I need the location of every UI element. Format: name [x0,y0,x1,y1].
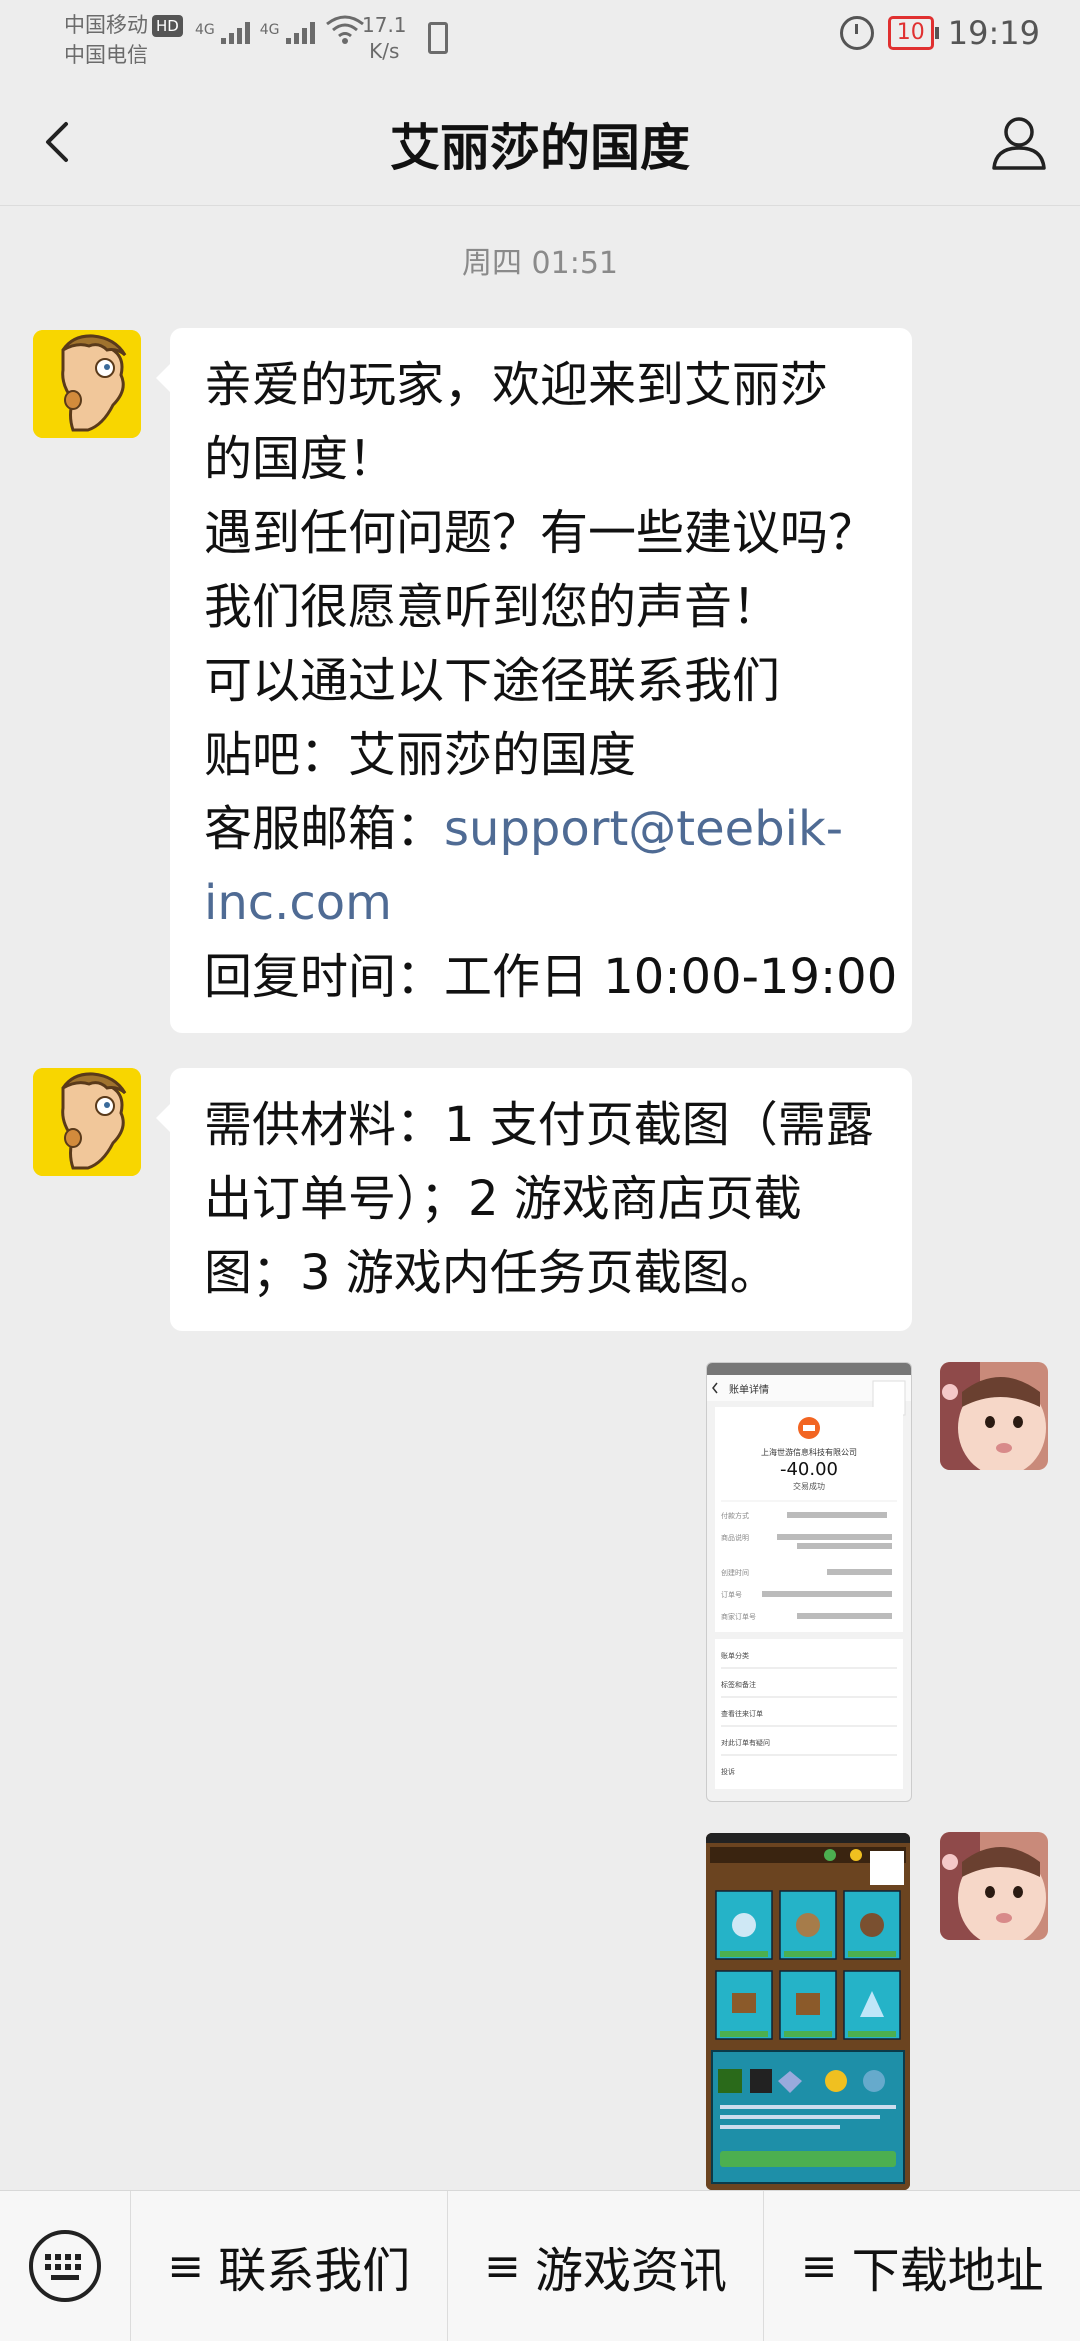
svg-text:上海世游信息科技有限公司: 上海世游信息科技有限公司 [761,1447,857,1457]
message-bubble[interactable]: 需供材料：1 支付页截图（需露 出订单号）；2 游戏商店页截 图；3 游戏内任务… [156,1068,912,1331]
menu-download[interactable]: ≡ 下载地址 [764,2191,1080,2341]
carrier-1: 中国移动 [64,13,148,37]
message-line: 图；3 游戏内任务页截图。 [204,1245,778,1301]
character-avatar-icon [33,330,141,438]
device-icon [428,22,448,54]
game-store-screenshot [706,1833,910,2190]
speed-unit: K/s [369,39,400,63]
message-line: 客服邮箱：support@teebik- [204,792,890,866]
message-line: 回复时间：工作日 10:00-19:00 [204,949,898,1005]
menu-label: 下载地址 [851,2243,1044,2299]
status-bar: 中国移动 HD 中国电信 4G 4G 17.1 K/s 10 19:19 [0,0,1080,80]
message-line: 我们很愿意听到您的声音！ [204,579,781,635]
email-label: 客服邮箱： [204,801,445,857]
baby-photo-icon [940,1362,1048,1470]
official-account-avatar[interactable] [33,330,141,438]
signal-icon: 4G [260,22,315,44]
carrier-2: 中国电信 [64,43,148,67]
signal-indicators: 4G 4G [195,14,365,44]
nav-bar: 艾丽莎的国度 [0,80,1080,206]
email-link[interactable]: support@teebik- [444,801,843,857]
receipt-screenshot: 账单详情 上海世游信息科技有限公司 -40.00 交易成功 付款方式 商品说明 … [707,1363,911,1789]
keyboard-icon [29,2230,101,2302]
network-type-2: 4G [259,22,280,38]
baby-photo-icon [940,1832,1048,1940]
message-line: 的国度！ [204,431,397,487]
carrier-info: 中国移动 HD 中国电信 [64,10,183,70]
svg-text:查看往来订单: 查看往来订单 [721,1709,763,1718]
chat-timestamp: 周四 01:51 [462,246,618,281]
wifi-icon [325,15,364,44]
menu-icon: ≡ [800,2240,838,2292]
menu-label: 联系我们 [218,2243,411,2299]
official-account-avatar[interactable] [33,1068,141,1176]
menu-game-news[interactable]: ≡ 游戏资讯 [448,2191,765,2341]
svg-text:标签和备注: 标签和备注 [721,1680,756,1689]
alarm-icon [839,16,874,50]
svg-text:-40.00: -40.00 [780,1459,838,1480]
menu-icon: ≡ [484,2240,521,2292]
character-avatar-icon [33,1068,141,1176]
page-title: 艾丽莎的国度 [390,119,690,177]
menu-contact-us[interactable]: ≡ 联系我们 [131,2191,448,2341]
message-line: 亲爱的玩家，欢迎来到艾丽莎 [204,357,829,413]
battery-indicator: 10 [887,16,939,50]
hd-badge: HD [152,15,183,37]
network-type-1: 4G [195,22,215,38]
svg-text:投诉: 投诉 [721,1767,735,1776]
svg-text:商家订单号: 商家订单号 [721,1612,756,1621]
svg-text:订单号: 订单号 [721,1590,742,1599]
message-line: 贴吧：艾丽莎的国度 [204,727,637,783]
bottom-menu-bar: ≡ 联系我们 ≡ 游戏资讯 ≡ 下载地址 [0,2190,1080,2341]
status-right: 10 19:19 [839,14,1040,52]
menu-icon: ≡ [167,2240,205,2292]
sent-image-receipt[interactable]: 账单详情 上海世游信息科技有限公司 -40.00 交易成功 付款方式 商品说明 … [706,1362,912,1802]
profile-icon[interactable] [986,110,1052,176]
message-line: 出订单号）；2 游戏商店页截 [204,1171,802,1227]
svg-text:账单分类: 账单分类 [721,1651,749,1660]
keyboard-toggle-button[interactable] [0,2191,131,2341]
message-bubble[interactable]: 亲爱的玩家，欢迎来到艾丽莎 的国度！ 遇到任何问题？有一些建议吗？ 我们很愿意听… [156,328,912,1033]
svg-text:创建时间: 创建时间 [721,1568,749,1577]
message-line: 可以通过以下途径联系我们 [204,653,781,709]
speed-value: 17.1 [362,13,407,37]
email-link-continued[interactable]: inc.com [204,866,890,940]
menu-label: 游戏资讯 [534,2243,727,2299]
user-avatar[interactable] [940,1362,1048,1470]
svg-text:交易成功: 交易成功 [793,1481,825,1491]
user-avatar[interactable] [940,1832,1048,1940]
svg-text:商品说明: 商品说明 [721,1533,749,1542]
clock: 19:19 [947,14,1040,52]
svg-text:对此订单有疑问: 对此订单有疑问 [721,1738,770,1747]
message-line: 需供材料：1 支付页截图（需露 [204,1097,874,1153]
svg-text:付款方式: 付款方式 [721,1511,749,1520]
network-speed: 17.1 K/s [362,12,407,64]
svg-text:账单详情: 账单详情 [729,1383,769,1396]
signal-icon: 4G [195,22,250,44]
message-line: 遇到任何问题？有一些建议吗？ [204,505,877,561]
sent-image-game-store[interactable] [706,1833,910,2190]
